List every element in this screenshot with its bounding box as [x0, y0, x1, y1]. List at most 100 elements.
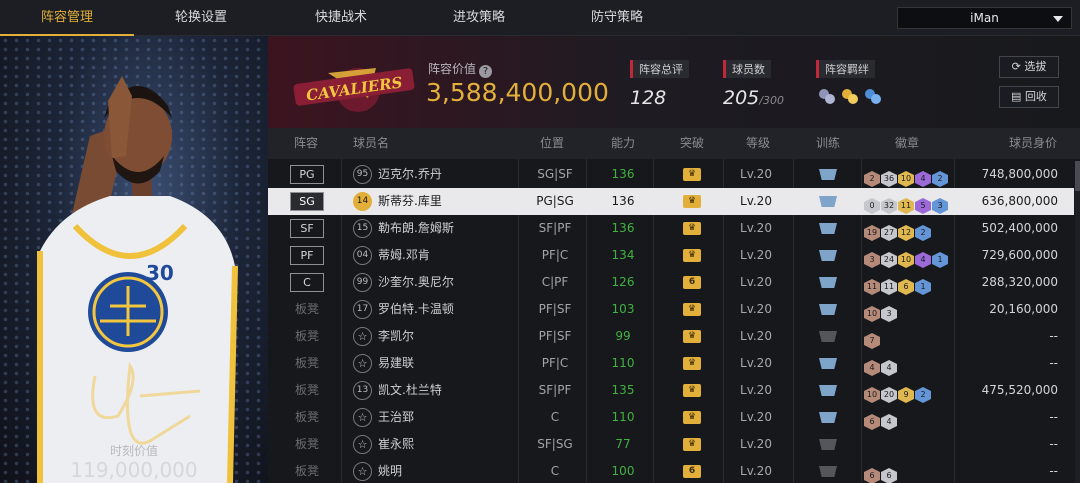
col-slot[interactable]: 阵容: [294, 128, 318, 159]
table-row[interactable]: 板凳 ☆ 王治郅 C 110 ♛ Lv.20 6 4 --: [268, 404, 1074, 431]
medal-icon: 20: [881, 387, 897, 403]
position-slot[interactable]: SG: [290, 192, 324, 211]
tab-lineup[interactable]: 阵容管理: [0, 0, 134, 36]
col-position[interactable]: 位置: [540, 128, 564, 159]
crown-icon: ♛: [683, 222, 701, 235]
medal-group[interactable]: 3 24 10 4 1: [864, 247, 949, 268]
help-icon[interactable]: ?: [479, 65, 493, 78]
player-level: Lv.20: [740, 194, 772, 208]
user-dropdown[interactable]: iMan: [897, 7, 1072, 29]
col-level[interactable]: 等级: [746, 128, 770, 159]
player-name[interactable]: 迈克尔.乔丹: [378, 161, 442, 188]
player-name[interactable]: 凯文.杜兰特: [378, 377, 442, 404]
moment-value: 119,000,000: [70, 458, 198, 482]
position-slot[interactable]: PG: [290, 165, 324, 184]
medal-icon: 10: [864, 306, 880, 322]
medal-group[interactable]: 10 3: [864, 301, 898, 322]
col-medals[interactable]: 徽章: [895, 128, 919, 159]
table-row[interactable]: 板凳 ☆ 李凯尔 PF|SF 99 ♛ Lv.20 7 --: [268, 323, 1074, 350]
jersey-number-badge: 15: [353, 219, 372, 238]
position-slot[interactable]: C: [290, 273, 324, 292]
table-row[interactable]: 板凳 17 罗伯特.卡温顿 PF|SF 103 ♛ Lv.20 10 3 20,160,000: [268, 296, 1074, 323]
training-icon[interactable]: [819, 331, 837, 342]
col-train[interactable]: 训练: [816, 128, 840, 159]
table-row[interactable]: SF 15 勒布朗.詹姆斯 SF|PF 136 ♛ Lv.20 19 27 12 2 502,400,…: [268, 215, 1074, 242]
medal-icon: 10: [898, 252, 914, 268]
table-row[interactable]: PF 04 蒂姆.邓肯 PF|C 134 ♛ Lv.20 3 24 10 4 1 729,600,000: [268, 242, 1074, 269]
star-icon: ☆: [353, 408, 372, 427]
player-salary: --: [1049, 464, 1058, 478]
player-salary: 748,800,000: [981, 167, 1058, 181]
tab-rotation[interactable]: 轮换设置: [134, 0, 268, 36]
training-icon[interactable]: [819, 169, 837, 180]
table-row[interactable]: 板凳 ☆ 姚明 C 100 6 Lv.20 6 6 --: [268, 458, 1074, 483]
player-salary: 288,320,000: [981, 275, 1058, 289]
player-salary: --: [1049, 437, 1058, 451]
jersey-number-badge: 13: [353, 381, 372, 400]
training-icon[interactable]: [819, 304, 837, 315]
medal-icon: 4: [915, 252, 931, 268]
player-name[interactable]: 斯蒂芬.库里: [378, 188, 442, 215]
player-position: PF|SF: [538, 302, 572, 316]
col-name[interactable]: 球员名: [353, 128, 389, 159]
training-icon[interactable]: [819, 412, 837, 423]
medal-group[interactable]: 44: [864, 355, 898, 376]
medal-group[interactable]: 10 20 9 2: [864, 382, 932, 403]
scrollbar[interactable]: [1075, 161, 1080, 483]
col-break[interactable]: 突破: [680, 128, 704, 159]
recycle-button[interactable]: ▤ 回收: [999, 86, 1059, 108]
medal-group[interactable]: 66: [864, 463, 898, 483]
pick-button[interactable]: ⟳ 选拔: [999, 56, 1059, 78]
tab-defense[interactable]: 防守策略: [550, 0, 684, 36]
table-row[interactable]: C 99 沙奎尔.奥尼尔 C|PF 126 6 Lv.20 11 11 6 1 288,320,000: [268, 269, 1074, 296]
bond-icons[interactable]: [816, 86, 888, 110]
training-icon[interactable]: [819, 358, 837, 369]
player-name[interactable]: 姚明: [378, 458, 402, 483]
player-name[interactable]: 王治郅: [378, 404, 414, 431]
scrollbar-thumb[interactable]: [1075, 161, 1080, 191]
jersey-number-badge: 14: [353, 192, 372, 211]
position-slot[interactable]: PF: [290, 246, 324, 265]
player-name[interactable]: 李凯尔: [378, 323, 414, 350]
training-icon[interactable]: [819, 277, 837, 288]
medal-group[interactable]: 2 36 10 4 2: [864, 166, 949, 187]
medal-icon: 4: [881, 414, 897, 430]
player-name[interactable]: 罗伯特.卡温顿: [378, 296, 454, 323]
medal-icon: 0: [864, 198, 880, 214]
col-salary[interactable]: 球员身价: [1009, 128, 1057, 159]
jersey-number-badge: 95: [353, 165, 372, 184]
table-row[interactable]: 板凳 ☆ 崔永熙 SF|SG 77 ♛ Lv.20 --: [268, 431, 1074, 458]
player-salary: 502,400,000: [981, 221, 1058, 235]
lineup-screen: 阵容管理 轮换设置 快捷战术 进攻策略 防守策略 iMan 30 时刻价值 11…: [0, 0, 1080, 483]
player-name[interactable]: 沙奎尔.奥尼尔: [378, 269, 454, 296]
table-header: 阵容 球员名 位置 能力 突破 等级 训练 徽章 球员身价: [268, 128, 1080, 159]
table-row[interactable]: 板凳 13 凯文.杜兰特 SF|PF 135 ♛ Lv.20 10 20 9 2 475,520,00…: [268, 377, 1074, 404]
table-row[interactable]: PG 95 迈克尔.乔丹 SG|SF 136 ♛ Lv.20 2 36 10 4 2 748,800,0…: [268, 161, 1074, 188]
bench-label: 板凳: [295, 410, 320, 424]
training-icon[interactable]: [819, 439, 837, 450]
medal-group[interactable]: 11 11 6 1: [864, 274, 932, 295]
player-position: PF|C: [541, 356, 569, 370]
training-icon[interactable]: [819, 223, 837, 234]
medal-group[interactable]: 19 27 12 2: [864, 220, 932, 241]
col-ability[interactable]: 能力: [611, 128, 635, 159]
player-ability: 126: [611, 275, 635, 289]
training-icon[interactable]: [819, 466, 837, 477]
training-icon[interactable]: [819, 385, 837, 396]
player-hero-card[interactable]: 30 时刻价值 119,000,000: [0, 36, 268, 483]
training-icon[interactable]: [819, 196, 837, 207]
player-name[interactable]: 崔永熙: [378, 431, 414, 458]
medal-group[interactable]: 64: [864, 409, 898, 430]
medal-group[interactable]: 0 32 11 5 3: [864, 193, 949, 214]
tab-quick-tactics[interactable]: 快捷战术: [274, 0, 408, 36]
tab-offense[interactable]: 进攻策略: [412, 0, 546, 36]
player-name[interactable]: 蒂姆.邓肯: [378, 242, 430, 269]
player-name[interactable]: 易建联: [378, 350, 414, 377]
stat-bonds: 阵容羁绊: [816, 58, 888, 110]
position-slot[interactable]: SF: [290, 219, 324, 238]
medal-group[interactable]: 7: [864, 328, 881, 349]
player-name[interactable]: 勒布朗.詹姆斯: [378, 215, 454, 242]
table-row[interactable]: 板凳 ☆ 易建联 PF|C 110 ♛ Lv.20 4 4 --: [268, 350, 1074, 377]
training-icon[interactable]: [819, 250, 837, 261]
table-row[interactable]: SG 14 斯蒂芬.库里 PG|SG 136 ♛ Lv.20 0 32 11 5 3 636,800,0…: [268, 188, 1074, 215]
